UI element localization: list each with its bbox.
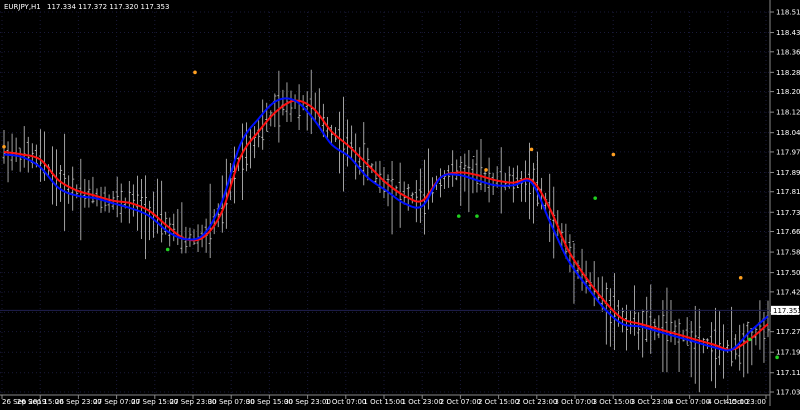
chart-window[interactable]: 118.515 118.435 118.360 118.280 118.205 118.1… [0,0,800,406]
signal-down-dot [165,247,170,252]
signal-down-dot [593,196,597,200]
signal-down-dot [475,214,479,218]
signal-up-dot [529,147,534,152]
price-tick-label: 117.425 [776,288,800,296]
current-price-label: 117.353 [773,307,800,315]
price-tick-label: 118.045 [776,129,800,137]
signal-down-dot [748,337,752,342]
symbol-label: EURJPY,H1 [4,3,41,11]
time-tick-label: 2 Oct 15:00 [478,398,519,406]
time-axis: 26 Sep 201926 Sep 15:0026 Sep 23:0027 Se… [1,395,767,406]
price-chart[interactable]: 118.515 118.435 118.360 118.280 118.205 118.1… [0,0,800,406]
time-tick-label: 1 Oct 07:00 [325,398,366,406]
time-tick-label: 4 Oct 23:00 [725,398,766,406]
time-tick-label: 3 Oct 23:00 [631,398,672,406]
price-tick-label: 117.815 [776,188,800,196]
price-tick-label: 117.580 [776,249,800,257]
price-tick-label: 118.125 [776,109,800,117]
time-tick-label: 3 Oct 07:00 [554,398,595,406]
signal-down-dot [456,214,461,218]
price-tick-label: 117.190 [776,349,800,357]
price-tick-label: 118.360 [776,48,800,56]
price-tick-label: 118.205 [776,88,800,96]
price-tick-label: 117.035 [776,389,800,397]
price-tick-label: 117.890 [776,169,800,177]
ohlc-label: 117.334 117.372 117.320 117.353 [47,3,169,11]
time-tick-label: 30 Sep 23:00 [284,398,331,406]
price-tick-label: 117.660 [776,228,800,236]
signal-up-dot [484,168,488,172]
price-tick-label: 117.970 [776,148,800,156]
signal-up-dot [2,144,6,149]
time-tick-label: 2 Oct 07:00 [440,398,481,406]
price-tick-label: 118.280 [776,69,800,77]
time-tick-label: 2 Oct 23:00 [516,398,557,406]
price-tick-label: 117.500 [776,269,800,277]
current-price-tag: 117.353 [771,305,800,315]
time-tick-label: 1 Oct 15:00 [363,398,404,406]
signal-up-dot [611,152,616,157]
time-tick-label: 3 Oct 15:00 [593,398,634,406]
time-tick-label: 1 Oct 23:00 [402,398,443,406]
price-tick-label: 117.270 [776,328,800,336]
price-tick-label: 118.515 [776,9,800,17]
signal-up-dot [193,70,197,75]
signal-up-dot [738,275,743,280]
header-text: EURJPY,H1 117.334 117.372 117.320 117.35… [4,3,169,11]
price-tick-label: 118.435 [776,29,800,37]
time-tick-label: 4 Oct 07:00 [669,398,710,406]
price-tick-label: 117.735 [776,209,800,217]
price-tick-label: 117.110 [776,369,800,377]
